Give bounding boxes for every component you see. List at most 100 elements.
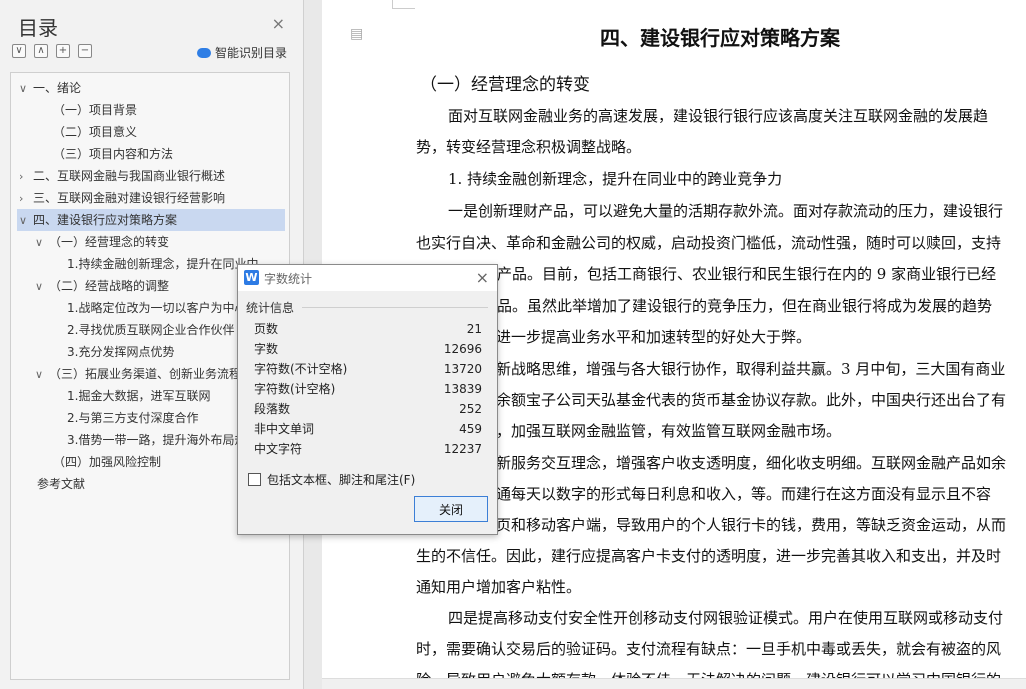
toc-item-label: 参考文献 [37, 477, 86, 491]
toc-item[interactable]: 1.掘金大数据，进军互联网 [67, 385, 210, 407]
stat-row: 字数 12696 [254, 339, 482, 359]
body-line: 也实行自决、革命和金融公司的权威，启动投资门槛低，流动性强，随时可以赎回，支持 [416, 234, 1002, 252]
toc-item[interactable]: （四）加强风险控制 [53, 451, 161, 473]
body-line: 通知用户增加客户粘性。 [416, 578, 582, 596]
toc-item[interactable]: 2.寻找优质互联网企业合作伙伴 [67, 319, 234, 341]
dialog-titlebar[interactable]: W 字数统计 × [238, 265, 497, 291]
chevron-down-icon[interactable]: ∨ [35, 276, 49, 298]
body-line: 新服务交互理念，增强客户收支透明度，细化收支明细。互联网金融产品如余 [496, 454, 1007, 472]
chevron-right-icon[interactable]: › [19, 166, 33, 188]
stat-value: 13839 [443, 382, 482, 396]
toc-item-label: 3.借势一带一路，提升海外布局规 [67, 433, 247, 447]
chevron-down-icon[interactable]: ∨ [35, 364, 49, 386]
chevron-right-icon[interactable]: › [19, 188, 33, 210]
chevron-down-icon[interactable]: ∨ [19, 210, 33, 232]
toc-item-label: （一）项目背景 [53, 103, 138, 117]
toc-item-label: （二）经营战略的调整 [49, 279, 170, 293]
body-line: 势，转变经营理念积极调整战略。 [416, 138, 642, 156]
remove-heading-icon[interactable]: − [78, 44, 92, 58]
wps-writer-icon: W [244, 270, 259, 285]
toc-item[interactable]: ∨ 一、绪论 [19, 77, 81, 99]
toc-item-label: 1.战略定位改为一切以客户为中心 [67, 301, 247, 315]
stat-value: 12237 [443, 442, 482, 456]
stat-row: 字符数(不计空格) 13720 [254, 359, 482, 379]
toc-item[interactable]: 参考文献 [37, 473, 85, 495]
smart-toc-icon [196, 47, 211, 58]
stat-value: 21 [466, 322, 482, 336]
stat-value: 13720 [443, 362, 482, 376]
smart-toc-label: 智能识别目录 [214, 46, 287, 60]
toc-item[interactable]: 2.与第三方支付深度合作 [67, 407, 198, 429]
stat-value: 12696 [443, 342, 482, 356]
stat-label: 字符数(计空格) [254, 382, 336, 396]
toc-item-label: 一、绪论 [33, 81, 82, 95]
body-line: ，加强互联网金融监管，有效监管互联网金融市场。 [496, 422, 842, 440]
dialog-title: 字数统计 [264, 272, 313, 286]
checkbox-box[interactable] [248, 473, 261, 486]
toc-item[interactable]: ∨ （三）拓展业务渠道、创新业务流程 [35, 363, 241, 385]
stat-value: 459 [459, 422, 482, 436]
stat-value: 252 [459, 402, 482, 416]
toc-item-label: 2.与第三方支付深度合作 [67, 411, 199, 425]
dialog-close-icon[interactable]: × [476, 268, 489, 287]
chevron-down-icon[interactable]: ∨ [35, 232, 49, 254]
word-count-dialog: W 字数统计 × 统计信息 页数 21 字数 12696 字符数(不计空格) 1372… [237, 264, 498, 535]
document-subheading: （一）经营理念的转变 [420, 75, 590, 95]
toc-item[interactable]: › 二、互联网金融与我国商业银行概述 [19, 165, 225, 187]
stat-label: 段落数 [254, 402, 291, 416]
toc-item-label: 三、互联网金融对建设银行经营影响 [33, 191, 226, 205]
page-corner-mark [392, 0, 415, 9]
stat-label: 字数 [254, 342, 279, 356]
toc-item-label: 1.掘金大数据，进军互联网 [67, 389, 211, 403]
stat-row: 页数 21 [254, 319, 482, 339]
stat-label: 页数 [254, 322, 279, 336]
chevron-down-icon[interactable]: ∨ [19, 78, 33, 100]
toc-item[interactable]: （一）项目背景 [53, 99, 137, 121]
body-line: 衡产品。目前，包括工商银行、农业银行和民生银行在内的 9 家商业银行已经 [482, 265, 997, 283]
include-footnotes-checkbox[interactable]: 包括文本框、脚注和尾注(F) [248, 471, 415, 488]
stat-row: 字符数(计空格) 13839 [254, 379, 482, 399]
toc-item-label: （一）经营理念的转变 [49, 235, 170, 249]
toc-item[interactable]: › 三、互联网金融对建设银行经营影响 [19, 187, 225, 209]
toc-item-label: 1.持续金融创新理念，提升在同业中 [67, 257, 259, 271]
body-line: 四是提高移动支付安全性开创移动支付网银验证模式。用户在使用互联网或移动支付 [448, 609, 1004, 627]
smart-toc-button[interactable]: 智能识别目录 [196, 44, 287, 61]
body-line: 产品。虽然此举增加了建设银行的竞争压力，但在商业银行将成为发展的趋势 [482, 297, 993, 315]
document-icon[interactable]: ▤ [350, 26, 363, 42]
body-line: 通每天以数字的形式每日利息和收入，等。而建行在这方面没有显示且不容 [496, 485, 992, 503]
stat-row: 中文字符 12237 [254, 439, 482, 459]
toc-item[interactable]: ∨ （二）经营战略的调整 [35, 275, 169, 297]
document-heading: 四、建设银行应对策略方案 [600, 26, 840, 50]
stat-row: 非中文单词 459 [254, 419, 482, 439]
stat-row: 段落数 252 [254, 399, 482, 419]
stats-group-label: 统计信息 [246, 301, 295, 315]
toc-close-icon[interactable]: × [272, 14, 285, 33]
toc-item[interactable]: （二）项目意义 [53, 121, 137, 143]
toc-item-label: （三）项目内容和方法 [53, 147, 174, 161]
toc-item[interactable]: 3.充分发挥网点优势 [67, 341, 174, 363]
toc-item-label: 2.寻找优质互联网企业合作伙伴 [67, 323, 235, 337]
collapse-all-icon[interactable]: ∨ [12, 44, 26, 58]
add-heading-icon[interactable]: + [56, 44, 70, 58]
body-line: 面对互联网金融业务的高速发展，建设银行银行应该高度关注互联网金融的发展趋 [448, 107, 989, 125]
toc-item[interactable]: 1.战略定位改为一切以客户为中心 [67, 297, 246, 319]
toc-item[interactable]: 1.持续金融创新理念，提升在同业中 [67, 253, 258, 275]
stat-label: 字符数(不计空格) [254, 362, 348, 376]
close-button[interactable]: 关闭 [414, 496, 488, 522]
toc-item[interactable]: 3.借势一带一路，提升海外布局规 [67, 429, 246, 451]
body-line: 页和移动客户端，导致用户的个人银行卡的钱，费用，等缺乏资金运动，从而 [496, 516, 1007, 534]
toc-item-selected[interactable]: ∨ 四、建设银行应对策略方案 [17, 209, 285, 231]
toc-item-label: （三）拓展业务渠道、创新业务流程 [49, 367, 242, 381]
toc-item-label: （四）加强风险控制 [53, 455, 162, 469]
toc-item-label: 二、互联网金融与我国商业银行概述 [33, 169, 226, 183]
stat-label: 非中文单词 [254, 422, 315, 436]
toc-item[interactable]: （三）项目内容和方法 [53, 143, 173, 165]
group-divider [302, 307, 488, 308]
horizontal-scrollbar[interactable] [322, 678, 1026, 689]
body-line: 新战略思维，增强与各大银行协作，取得利益共赢。3 月中旬，三大国有商业 [496, 360, 1006, 378]
toc-item[interactable]: ∨ （一）经营理念的转变 [35, 231, 169, 253]
body-line: 进一步提高业务水平和加速转型的好处大于弊。 [496, 328, 812, 346]
body-line: 生的不信任。因此，建行应提高客户卡支付的透明度，进一步完善其收入和支出，并及时 [416, 547, 1002, 565]
toc-item-label: （二）项目意义 [53, 125, 138, 139]
expand-up-icon[interactable]: ∧ [34, 44, 48, 58]
